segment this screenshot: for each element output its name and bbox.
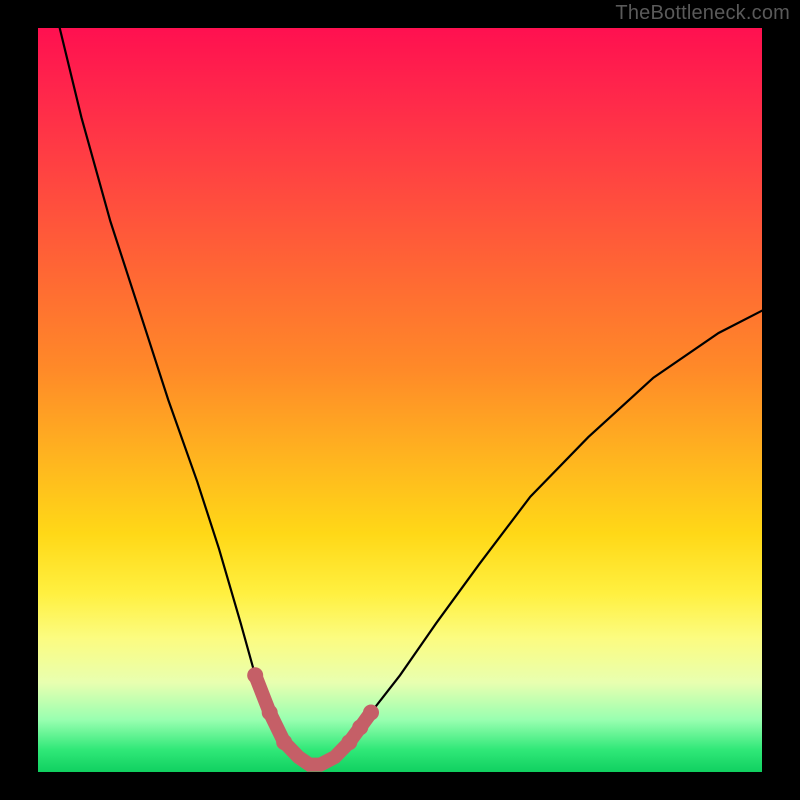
bottleneck-curve <box>60 28 762 765</box>
optimal-zone-dot <box>276 734 292 750</box>
curve-layer <box>38 28 762 772</box>
plot-area <box>38 28 762 772</box>
optimal-zone-dot <box>363 705 379 721</box>
optimal-zone-dot <box>352 719 368 735</box>
optimal-zone-dot <box>262 705 278 721</box>
watermark-label: TheBottleneck.com <box>615 2 790 25</box>
optimal-zone-dot <box>341 734 357 750</box>
chart-frame: TheBottleneck.com <box>0 0 800 800</box>
optimal-zone-dot <box>247 667 263 683</box>
